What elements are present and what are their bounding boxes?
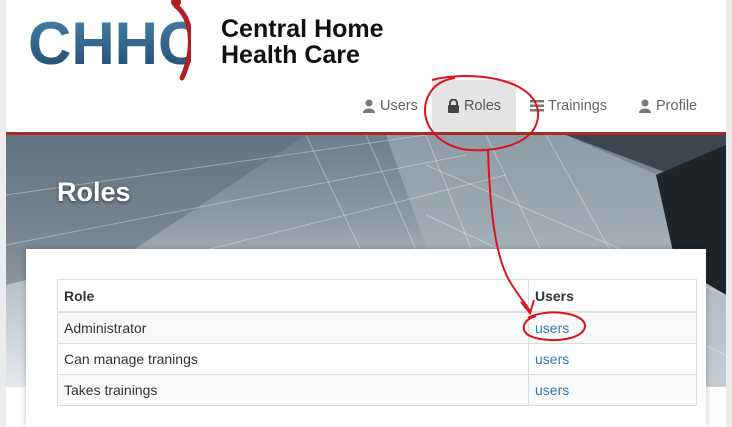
nav-item-trainings[interactable]: Trainings bbox=[530, 80, 607, 132]
users-link[interactable]: users bbox=[535, 382, 569, 398]
list-icon bbox=[530, 100, 544, 112]
users-cell: users bbox=[528, 311, 697, 344]
nav-item-trainings-label: Trainings bbox=[548, 98, 608, 114]
users-link[interactable]: users bbox=[535, 320, 569, 336]
table-row: Administrator users bbox=[57, 311, 697, 344]
content-card: Role Users Administrator users Can manag… bbox=[26, 249, 706, 427]
nav-item-profile-label: Profile bbox=[656, 98, 698, 114]
logo: CHHC bbox=[26, 0, 201, 84]
nav-item-profile[interactable]: Profile bbox=[638, 80, 697, 132]
users-cell: users bbox=[528, 343, 697, 375]
table-row: Can manage tranings users bbox=[57, 343, 697, 375]
nav-item-users-label: Users bbox=[380, 98, 418, 114]
users-link[interactable]: users bbox=[535, 351, 569, 367]
table-header-row: Role Users bbox=[57, 279, 697, 313]
role-name: Can manage tranings bbox=[57, 343, 529, 375]
table-row: Takes trainings users bbox=[57, 374, 697, 406]
roles-table: Role Users Administrator users Can manag… bbox=[57, 279, 697, 406]
page-title: Roles bbox=[57, 177, 131, 207]
brand-name: Central Home Health Care bbox=[221, 16, 384, 68]
brand-name-line1: Central Home bbox=[221, 15, 384, 43]
role-name: Administrator bbox=[57, 311, 529, 344]
brand-name-line2: Health Care bbox=[221, 41, 360, 69]
nav-item-roles[interactable]: Roles bbox=[432, 80, 516, 132]
nav-item-roles-label: Roles bbox=[463, 98, 502, 114]
users-cell: users bbox=[528, 374, 697, 406]
role-name: Takes trainings bbox=[57, 374, 529, 406]
nav-item-users[interactable]: Users bbox=[362, 80, 418, 132]
lock-icon bbox=[447, 99, 459, 113]
user-icon bbox=[639, 99, 651, 113]
column-header-users: Users bbox=[528, 279, 697, 313]
column-header-role: Role bbox=[57, 279, 529, 313]
main-nav: Users Roles Trainings Profile bbox=[0, 80, 732, 132]
user-icon bbox=[363, 99, 375, 113]
logo-letters: CHHC bbox=[28, 10, 191, 77]
